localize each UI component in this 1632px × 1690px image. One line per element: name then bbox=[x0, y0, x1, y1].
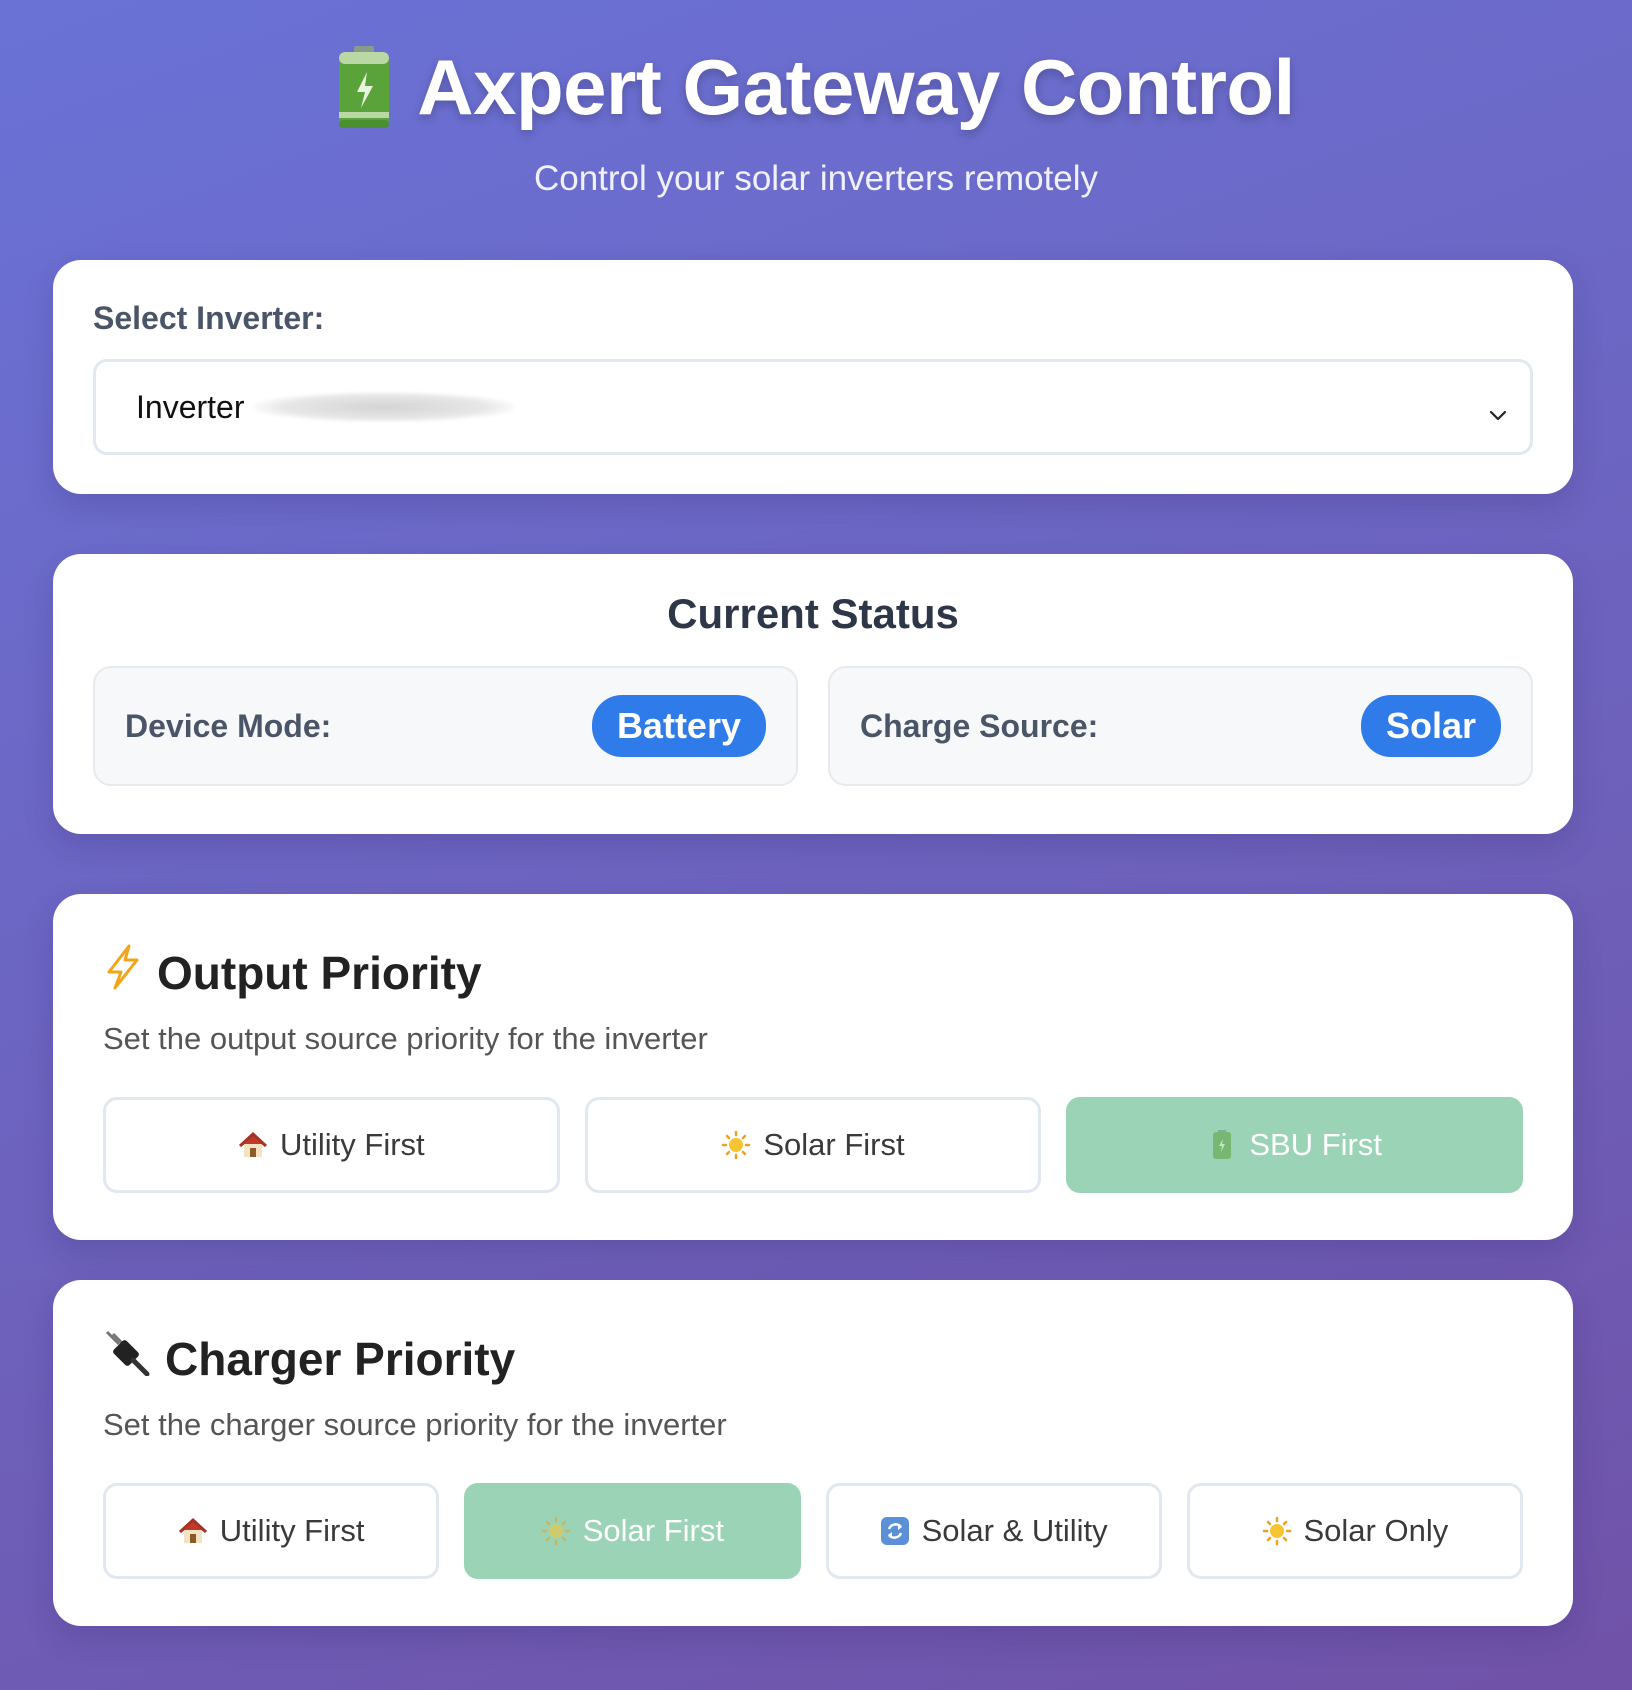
lightning-icon bbox=[103, 944, 143, 1001]
output-utility-first-button[interactable]: Utility First bbox=[103, 1097, 560, 1193]
sun-icon bbox=[1262, 1516, 1292, 1546]
charger-priority-description: Set the charger source priority for the … bbox=[103, 1407, 727, 1442]
battery-icon bbox=[337, 45, 391, 130]
charger-priority-title: Charger Priority bbox=[165, 1332, 516, 1385]
charge-source-badge: Solar bbox=[1360, 695, 1501, 757]
output-priority-description: Set the output source priority for the i… bbox=[103, 1021, 708, 1056]
page-subtitle: Control your solar inverters remotely bbox=[533, 158, 1099, 198]
status-card: Current Status Device Mode: Battery Char… bbox=[53, 554, 1573, 834]
chevron-down-icon bbox=[1488, 396, 1508, 433]
output-priority-title: Output Priority bbox=[157, 946, 482, 999]
page-title: Axpert Gateway Control bbox=[337, 42, 1295, 133]
sun-icon bbox=[541, 1516, 571, 1546]
inverter-select-label: Select Inverter: bbox=[93, 300, 325, 336]
inverter-select-dropdown[interactable]: Inverter bbox=[93, 359, 1533, 455]
charger-utility-first-label: Utility First bbox=[219, 1513, 365, 1548]
output-priority-card: Output Priority Set the output source pr… bbox=[53, 894, 1573, 1240]
battery-icon bbox=[1207, 1130, 1237, 1160]
house-icon bbox=[178, 1516, 208, 1546]
output-sbu-first-button[interactable]: SBU First bbox=[1066, 1097, 1524, 1193]
status-title: Current Status bbox=[667, 590, 959, 637]
redacted-inverter-id bbox=[254, 392, 515, 422]
charger-solar-first-label: Solar First bbox=[582, 1513, 724, 1548]
charger-priority-card: Charger Priority Set the charger source … bbox=[53, 1280, 1573, 1626]
charger-solar-utility-button[interactable]: Solar & Utility bbox=[825, 1483, 1162, 1579]
output-priority-heading: Output Priority bbox=[103, 944, 1523, 1001]
status-row: Device Mode: Battery Charge Source: Sola… bbox=[93, 666, 1533, 786]
output-utility-first-label: Utility First bbox=[280, 1127, 425, 1162]
device-mode-box: Device Mode: Battery bbox=[93, 666, 798, 786]
charger-solar-only-label: Solar Only bbox=[1303, 1513, 1449, 1548]
cycle-icon bbox=[880, 1516, 910, 1546]
title-text: Axpert Gateway Control bbox=[417, 43, 1295, 131]
plug-icon bbox=[103, 1330, 151, 1387]
charger-priority-heading: Charger Priority bbox=[103, 1330, 1523, 1387]
charge-source-label: Charge Source: bbox=[860, 707, 1099, 744]
device-mode-badge: Battery bbox=[591, 695, 766, 757]
house-icon bbox=[238, 1130, 268, 1160]
inverter-select-value: Inverter bbox=[136, 388, 245, 425]
output-sbu-first-label: SBU First bbox=[1249, 1127, 1382, 1162]
charge-source-box: Charge Source: Solar bbox=[828, 666, 1533, 786]
page-header: Axpert Gateway Control Control your sola… bbox=[0, 0, 1632, 258]
charger-solar-utility-label: Solar & Utility bbox=[921, 1513, 1108, 1548]
sun-icon bbox=[721, 1130, 751, 1160]
output-solar-first-button[interactable]: Solar First bbox=[584, 1097, 1042, 1193]
charger-priority-options: Utility First Solar First Solar & Utilit… bbox=[103, 1483, 1523, 1579]
charger-utility-first-button[interactable]: Utility First bbox=[103, 1483, 440, 1579]
charger-solar-only-button[interactable]: Solar Only bbox=[1186, 1483, 1523, 1579]
charger-solar-first-button[interactable]: Solar First bbox=[464, 1483, 801, 1579]
device-mode-label: Device Mode: bbox=[125, 707, 332, 744]
inverter-select-card: Select Inverter: Inverter bbox=[53, 260, 1573, 494]
output-solar-first-label: Solar First bbox=[763, 1127, 905, 1162]
output-priority-options: Utility First Solar First SBU First bbox=[103, 1097, 1524, 1193]
